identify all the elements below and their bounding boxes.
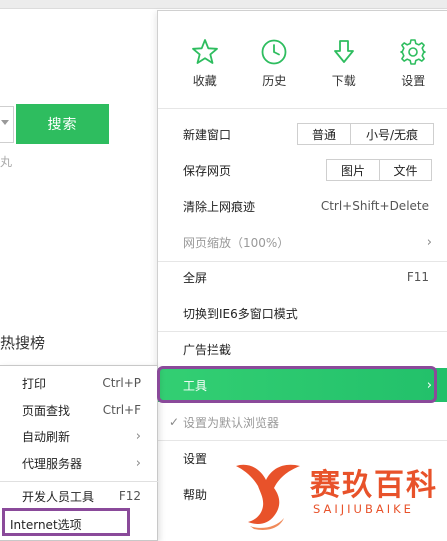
new-window-incognito-button[interactable]: 小号/无痕 [350,124,433,144]
submenu-item-devtools[interactable]: 开发人员工具 F12 [0,483,158,509]
new-window-normal-button[interactable]: 普通 [298,124,350,144]
menu-item-ad-block[interactable]: 广告拦截 [158,332,447,366]
save-as-file-button[interactable]: 文件 [379,160,431,180]
fullscreen-label: 全屏 [183,270,208,285]
menu-item-save-page[interactable]: 保存网页 图片 文件 [158,153,447,187]
menu-item-ie6-mode[interactable]: 切换到IE6多窗口模式 [158,296,447,330]
chevron-right-icon: › [135,428,141,444]
print-label: 打印 [22,376,47,391]
auto-refresh-label: 自动刷新 [22,429,71,444]
submenu-item-find[interactable]: 页面查找 Ctrl+F [0,397,158,423]
devtools-label: 开发人员工具 [22,489,95,504]
settings-menu-label: 设置 [183,451,208,466]
menu-item-fullscreen[interactable]: 全屏 F11 [158,260,447,294]
history-label: 历史 [262,74,287,88]
submenu-item-auto-refresh[interactable]: 自动刷新 › [0,423,158,449]
whale-tail-logo-icon [236,464,300,530]
menu-divider [158,108,447,109]
submenu-item-print[interactable]: 打印 Ctrl+P [0,370,158,396]
hot-search-title: 热搜榜 [0,334,46,352]
new-window-label: 新建窗口 [183,127,232,142]
menu-item-new-window[interactable]: 新建窗口 普通 小号/无痕 [158,117,447,151]
save-page-options: 图片 文件 [326,159,432,181]
settings-button[interactable]: 设置 [379,11,447,99]
search-dropdown-icon[interactable] [1,120,9,125]
find-shortcut: Ctrl+F [102,403,141,417]
print-shortcut: Ctrl+P [102,376,141,390]
proxy-label: 代理服务器 [22,456,83,471]
favorites-label: 收藏 [192,74,217,88]
clear-traces-shortcut: Ctrl+Shift+Delete [320,199,429,213]
gear-icon [400,39,427,65]
submenu-item-proxy[interactable]: 代理服务器 › [0,450,158,476]
clock-icon [261,39,287,65]
find-label: 页面查找 [22,403,71,418]
page-top-bar [0,0,447,9]
watermark-name-en: SAIJIUBAIKE [313,502,414,516]
menu-icon-toolbar: 收藏 历史 下载 设置 [158,11,447,99]
settings-label: 设置 [401,74,426,88]
check-icon: ✓ [169,415,180,429]
download-icon [333,40,354,63]
download-label: 下载 [331,74,356,88]
ad-block-label: 广告拦截 [183,342,232,357]
search-hint-text: 丸 [0,155,13,169]
clear-traces-label: 清除上网痕迹 [183,199,256,214]
watermark: 赛玖百科 SAIJIUBAIKE [230,458,447,530]
fullscreen-shortcut: F11 [406,270,429,284]
star-icon [191,39,218,64]
favorites-button[interactable]: 收藏 [170,11,240,99]
menu-item-clear-traces[interactable]: 清除上网痕迹 Ctrl+Shift+Delete [158,189,447,223]
devtools-shortcut: F12 [118,489,141,503]
watermark-name-cn: 赛玖百科 [310,468,438,503]
menu-item-default-browser[interactable]: ✓ 设置为默认浏览器 [158,405,447,439]
tools-highlight-box [157,366,437,403]
save-as-image-button[interactable]: 图片 [327,160,379,180]
internet-options-highlight-box [2,508,130,536]
download-button[interactable]: 下载 [309,11,379,99]
submenu-divider [0,481,158,482]
zoom-label: 网页缩放（100%） [183,235,290,250]
search-button[interactable]: 搜索 [16,104,109,144]
chevron-right-icon: › [426,234,432,250]
history-button[interactable]: 历史 [240,11,310,99]
save-page-label: 保存网页 [183,163,232,178]
chevron-right-icon: › [135,455,141,471]
help-label: 帮助 [183,487,208,502]
ie6-mode-label: 切换到IE6多窗口模式 [183,306,298,321]
default-browser-label: 设置为默认浏览器 [183,415,280,430]
menu-item-zoom[interactable]: 网页缩放（100%） › [158,225,447,259]
new-window-options: 普通 小号/无痕 [297,123,434,145]
